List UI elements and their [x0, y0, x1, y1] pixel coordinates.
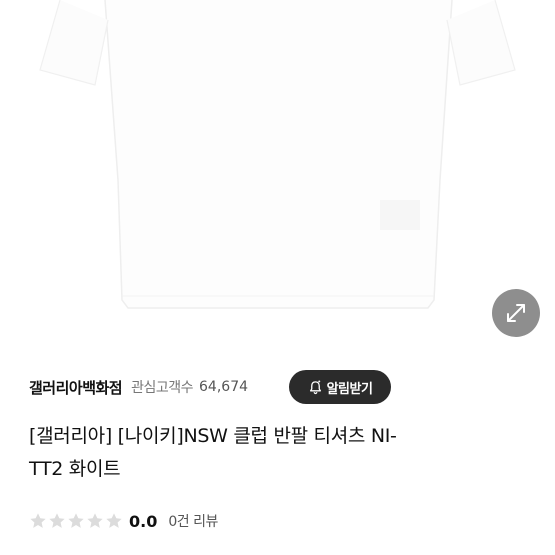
- product-image[interactable]: [0, 0, 555, 348]
- tshirt-image: [39, 0, 516, 309]
- alert-subscribe-button[interactable]: 알림받기: [289, 370, 391, 404]
- product-title-line2: TT2 화이트: [29, 458, 121, 480]
- product-title-line1: [갤러리아] [나이키]NSW 클럽 반팔 티셔츠 NI-: [29, 425, 397, 447]
- rating-stars: [29, 512, 123, 530]
- favorite-count: 64,674: [199, 379, 249, 395]
- expand-image-button[interactable]: [492, 289, 540, 337]
- star-icon: [87, 513, 103, 528]
- product-title: [갤러리아] [나이키]NSW 클럽 반팔 티셔츠 NI- TT2 화이트: [29, 420, 519, 486]
- store-name[interactable]: 갤러리아백화점: [29, 377, 123, 398]
- review-count[interactable]: 0건 리뷰: [168, 511, 218, 531]
- rating-score: 0.0: [129, 511, 158, 531]
- bell-icon: [308, 379, 323, 395]
- expand-arrows-icon: [507, 304, 525, 322]
- star-icon: [68, 513, 84, 528]
- star-icon: [30, 513, 46, 528]
- rating-row[interactable]: 0.0 0건 리뷰: [29, 509, 218, 533]
- favorite-label: 관심고객수: [131, 380, 194, 396]
- store-info: 갤러리아백화점 관심고객수 64,674: [29, 370, 529, 404]
- star-icon: [106, 513, 122, 528]
- star-icon: [49, 513, 65, 528]
- alert-button-label: 알림받기: [326, 381, 373, 397]
